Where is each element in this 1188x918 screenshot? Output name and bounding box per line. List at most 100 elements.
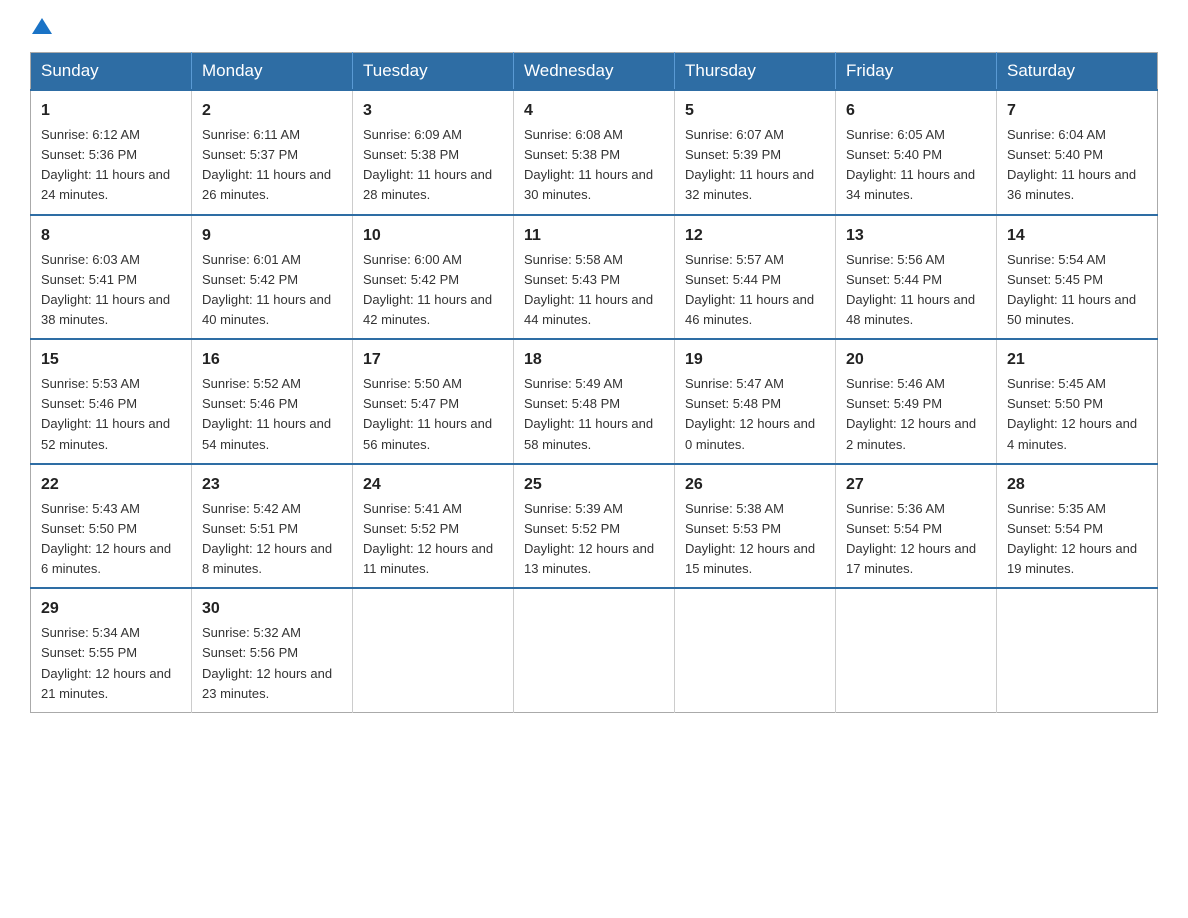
- day-info: Sunrise: 6:03 AMSunset: 5:41 PMDaylight:…: [41, 250, 181, 331]
- day-info: Sunrise: 5:42 AMSunset: 5:51 PMDaylight:…: [202, 499, 342, 580]
- day-info: Sunrise: 6:11 AMSunset: 5:37 PMDaylight:…: [202, 125, 342, 206]
- day-info: Sunrise: 5:34 AMSunset: 5:55 PMDaylight:…: [41, 623, 181, 704]
- calendar-day-cell: 15Sunrise: 5:53 AMSunset: 5:46 PMDayligh…: [31, 339, 192, 464]
- day-number: 1: [41, 99, 181, 123]
- calendar-day-cell: 27Sunrise: 5:36 AMSunset: 5:54 PMDayligh…: [836, 464, 997, 589]
- day-number: 8: [41, 224, 181, 248]
- calendar-day-cell: 20Sunrise: 5:46 AMSunset: 5:49 PMDayligh…: [836, 339, 997, 464]
- day-info: Sunrise: 5:50 AMSunset: 5:47 PMDaylight:…: [363, 374, 503, 455]
- day-header-friday: Friday: [836, 53, 997, 91]
- day-number: 10: [363, 224, 503, 248]
- day-header-sunday: Sunday: [31, 53, 192, 91]
- day-info: Sunrise: 5:36 AMSunset: 5:54 PMDaylight:…: [846, 499, 986, 580]
- calendar-day-cell: 5Sunrise: 6:07 AMSunset: 5:39 PMDaylight…: [675, 90, 836, 215]
- calendar-day-cell: [353, 588, 514, 712]
- logo: [30, 20, 52, 36]
- calendar-day-cell: 2Sunrise: 6:11 AMSunset: 5:37 PMDaylight…: [192, 90, 353, 215]
- calendar-day-cell: 6Sunrise: 6:05 AMSunset: 5:40 PMDaylight…: [836, 90, 997, 215]
- day-number: 5: [685, 99, 825, 123]
- calendar-day-cell: 13Sunrise: 5:56 AMSunset: 5:44 PMDayligh…: [836, 215, 997, 340]
- calendar-week-row: 15Sunrise: 5:53 AMSunset: 5:46 PMDayligh…: [31, 339, 1158, 464]
- day-number: 4: [524, 99, 664, 123]
- calendar-day-cell: [836, 588, 997, 712]
- calendar-day-cell: 23Sunrise: 5:42 AMSunset: 5:51 PMDayligh…: [192, 464, 353, 589]
- calendar-day-cell: 29Sunrise: 5:34 AMSunset: 5:55 PMDayligh…: [31, 588, 192, 712]
- calendar-day-cell: 24Sunrise: 5:41 AMSunset: 5:52 PMDayligh…: [353, 464, 514, 589]
- day-number: 17: [363, 348, 503, 372]
- calendar-day-cell: [514, 588, 675, 712]
- day-number: 7: [1007, 99, 1147, 123]
- day-number: 2: [202, 99, 342, 123]
- day-number: 3: [363, 99, 503, 123]
- day-info: Sunrise: 6:05 AMSunset: 5:40 PMDaylight:…: [846, 125, 986, 206]
- day-number: 20: [846, 348, 986, 372]
- day-header-wednesday: Wednesday: [514, 53, 675, 91]
- calendar-day-cell: 1Sunrise: 6:12 AMSunset: 5:36 PMDaylight…: [31, 90, 192, 215]
- day-info: Sunrise: 6:04 AMSunset: 5:40 PMDaylight:…: [1007, 125, 1147, 206]
- calendar-week-row: 1Sunrise: 6:12 AMSunset: 5:36 PMDaylight…: [31, 90, 1158, 215]
- logo-triangle-icon: [32, 18, 52, 34]
- calendar-day-cell: 26Sunrise: 5:38 AMSunset: 5:53 PMDayligh…: [675, 464, 836, 589]
- calendar-day-cell: 19Sunrise: 5:47 AMSunset: 5:48 PMDayligh…: [675, 339, 836, 464]
- calendar-day-cell: [675, 588, 836, 712]
- calendar-day-cell: 21Sunrise: 5:45 AMSunset: 5:50 PMDayligh…: [997, 339, 1158, 464]
- calendar-day-cell: 11Sunrise: 5:58 AMSunset: 5:43 PMDayligh…: [514, 215, 675, 340]
- day-number: 16: [202, 348, 342, 372]
- day-info: Sunrise: 5:58 AMSunset: 5:43 PMDaylight:…: [524, 250, 664, 331]
- day-info: Sunrise: 6:00 AMSunset: 5:42 PMDaylight:…: [363, 250, 503, 331]
- day-number: 18: [524, 348, 664, 372]
- day-info: Sunrise: 5:35 AMSunset: 5:54 PMDaylight:…: [1007, 499, 1147, 580]
- calendar-day-cell: 4Sunrise: 6:08 AMSunset: 5:38 PMDaylight…: [514, 90, 675, 215]
- page-header: [30, 20, 1158, 36]
- day-info: Sunrise: 5:49 AMSunset: 5:48 PMDaylight:…: [524, 374, 664, 455]
- calendar-day-cell: 18Sunrise: 5:49 AMSunset: 5:48 PMDayligh…: [514, 339, 675, 464]
- day-number: 28: [1007, 473, 1147, 497]
- calendar-day-cell: 25Sunrise: 5:39 AMSunset: 5:52 PMDayligh…: [514, 464, 675, 589]
- day-number: 6: [846, 99, 986, 123]
- day-number: 22: [41, 473, 181, 497]
- day-info: Sunrise: 5:56 AMSunset: 5:44 PMDaylight:…: [846, 250, 986, 331]
- day-info: Sunrise: 5:57 AMSunset: 5:44 PMDaylight:…: [685, 250, 825, 331]
- day-info: Sunrise: 5:32 AMSunset: 5:56 PMDaylight:…: [202, 623, 342, 704]
- calendar-day-cell: 16Sunrise: 5:52 AMSunset: 5:46 PMDayligh…: [192, 339, 353, 464]
- day-info: Sunrise: 6:12 AMSunset: 5:36 PMDaylight:…: [41, 125, 181, 206]
- day-info: Sunrise: 6:07 AMSunset: 5:39 PMDaylight:…: [685, 125, 825, 206]
- day-info: Sunrise: 5:46 AMSunset: 5:49 PMDaylight:…: [846, 374, 986, 455]
- day-number: 29: [41, 597, 181, 621]
- day-header-thursday: Thursday: [675, 53, 836, 91]
- day-info: Sunrise: 5:39 AMSunset: 5:52 PMDaylight:…: [524, 499, 664, 580]
- day-number: 19: [685, 348, 825, 372]
- day-number: 11: [524, 224, 664, 248]
- day-number: 15: [41, 348, 181, 372]
- day-number: 13: [846, 224, 986, 248]
- calendar-header: SundayMondayTuesdayWednesdayThursdayFrid…: [31, 53, 1158, 91]
- calendar-day-cell: 12Sunrise: 5:57 AMSunset: 5:44 PMDayligh…: [675, 215, 836, 340]
- calendar-week-row: 29Sunrise: 5:34 AMSunset: 5:55 PMDayligh…: [31, 588, 1158, 712]
- day-info: Sunrise: 6:08 AMSunset: 5:38 PMDaylight:…: [524, 125, 664, 206]
- calendar-day-cell: 17Sunrise: 5:50 AMSunset: 5:47 PMDayligh…: [353, 339, 514, 464]
- calendar-body: 1Sunrise: 6:12 AMSunset: 5:36 PMDaylight…: [31, 90, 1158, 712]
- calendar-day-cell: [997, 588, 1158, 712]
- day-info: Sunrise: 5:41 AMSunset: 5:52 PMDaylight:…: [363, 499, 503, 580]
- calendar-day-cell: 28Sunrise: 5:35 AMSunset: 5:54 PMDayligh…: [997, 464, 1158, 589]
- day-number: 24: [363, 473, 503, 497]
- day-info: Sunrise: 5:47 AMSunset: 5:48 PMDaylight:…: [685, 374, 825, 455]
- calendar-day-cell: 9Sunrise: 6:01 AMSunset: 5:42 PMDaylight…: [192, 215, 353, 340]
- calendar-week-row: 8Sunrise: 6:03 AMSunset: 5:41 PMDaylight…: [31, 215, 1158, 340]
- day-info: Sunrise: 5:45 AMSunset: 5:50 PMDaylight:…: [1007, 374, 1147, 455]
- day-info: Sunrise: 6:01 AMSunset: 5:42 PMDaylight:…: [202, 250, 342, 331]
- day-header-tuesday: Tuesday: [353, 53, 514, 91]
- calendar-day-cell: 7Sunrise: 6:04 AMSunset: 5:40 PMDaylight…: [997, 90, 1158, 215]
- day-headers-row: SundayMondayTuesdayWednesdayThursdayFrid…: [31, 53, 1158, 91]
- day-info: Sunrise: 5:53 AMSunset: 5:46 PMDaylight:…: [41, 374, 181, 455]
- day-header-saturday: Saturday: [997, 53, 1158, 91]
- day-header-monday: Monday: [192, 53, 353, 91]
- day-info: Sunrise: 5:43 AMSunset: 5:50 PMDaylight:…: [41, 499, 181, 580]
- calendar-day-cell: 22Sunrise: 5:43 AMSunset: 5:50 PMDayligh…: [31, 464, 192, 589]
- day-number: 30: [202, 597, 342, 621]
- day-number: 26: [685, 473, 825, 497]
- day-number: 12: [685, 224, 825, 248]
- calendar-table: SundayMondayTuesdayWednesdayThursdayFrid…: [30, 52, 1158, 713]
- calendar-day-cell: 8Sunrise: 6:03 AMSunset: 5:41 PMDaylight…: [31, 215, 192, 340]
- day-info: Sunrise: 6:09 AMSunset: 5:38 PMDaylight:…: [363, 125, 503, 206]
